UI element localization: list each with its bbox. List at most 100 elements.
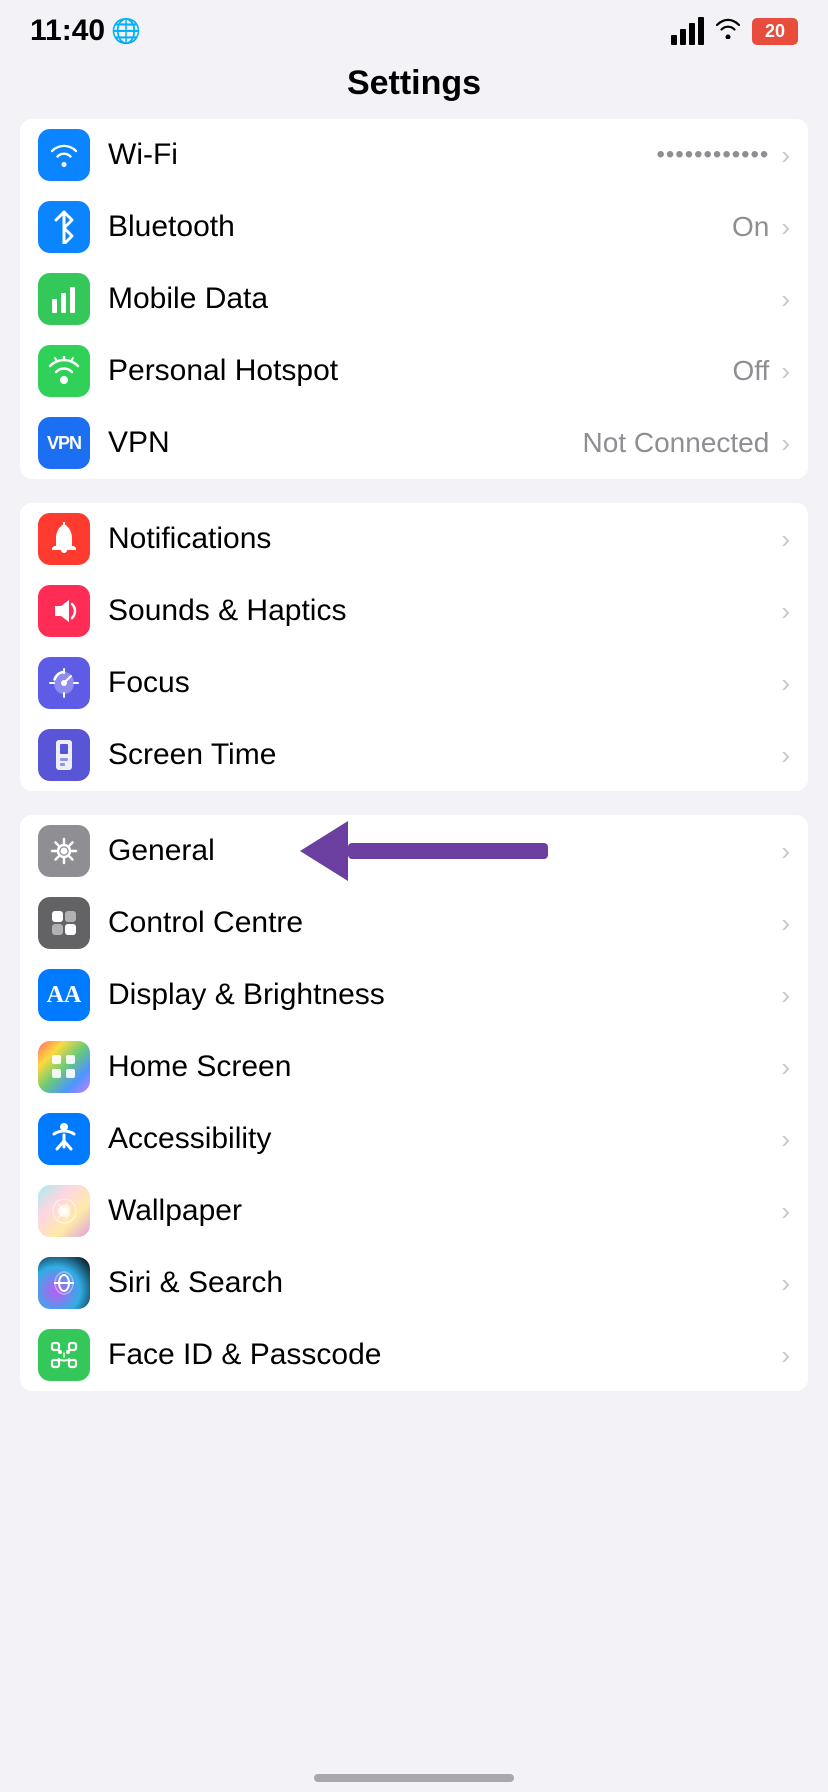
accessibility-row-content: Accessibility ›: [108, 1122, 790, 1156]
settings-row-focus[interactable]: Focus ›: [20, 647, 808, 719]
mobile-data-icon: [38, 273, 90, 325]
general-label: General: [108, 834, 215, 868]
settings-row-display-brightness[interactable]: AA Display & Brightness ›: [20, 959, 808, 1031]
siri-search-right: ›: [777, 1268, 790, 1299]
screen-time-right: ›: [777, 740, 790, 771]
hotspot-icon: [38, 345, 90, 397]
screen-time-icon: [38, 729, 90, 781]
notifications-row-content: Notifications ›: [108, 522, 790, 556]
network-group: Wi-Fi •••••••••••• › Bluetooth On ›: [20, 119, 808, 479]
bluetooth-value: On: [732, 211, 769, 243]
focus-row-content: Focus ›: [108, 666, 790, 700]
bluetooth-row-content: Bluetooth On ›: [108, 210, 790, 244]
settings-row-notifications[interactable]: Notifications ›: [20, 503, 808, 575]
wallpaper-icon: [38, 1185, 90, 1237]
settings-row-bluetooth[interactable]: Bluetooth On ›: [20, 191, 808, 263]
notifications-chevron: ›: [781, 524, 790, 555]
battery-icon: 20: [752, 18, 798, 45]
settings-row-wifi[interactable]: Wi-Fi •••••••••••• ›: [20, 119, 808, 191]
settings-row-vpn[interactable]: VPN VPN Not Connected ›: [20, 407, 808, 479]
vpn-value: Not Connected: [583, 427, 770, 459]
globe-icon: 🌐: [111, 17, 141, 46]
sounds-chevron: ›: [781, 596, 790, 627]
settings-row-wallpaper[interactable]: Wallpaper ›: [20, 1175, 808, 1247]
sounds-label: Sounds & Haptics: [108, 594, 346, 628]
face-id-right: ›: [777, 1340, 790, 1371]
accessibility-icon: [38, 1113, 90, 1165]
settings-row-sounds[interactable]: Sounds & Haptics ›: [20, 575, 808, 647]
general-icon: [38, 825, 90, 877]
wifi-value: ••••••••••••: [657, 141, 770, 169]
vpn-chevron: ›: [781, 428, 790, 459]
settings-row-control-centre[interactable]: Control Centre ›: [20, 887, 808, 959]
notifications-right: ›: [777, 524, 790, 555]
face-id-label: Face ID & Passcode: [108, 1338, 381, 1372]
screen-time-row-content: Screen Time ›: [108, 738, 790, 772]
settings-row-home-screen[interactable]: Home Screen ›: [20, 1031, 808, 1103]
status-time: 11:40: [30, 14, 105, 48]
vpn-right: Not Connected ›: [583, 427, 790, 459]
siri-icon: [38, 1257, 90, 1309]
siri-search-row-content: Siri & Search ›: [108, 1266, 790, 1300]
signal-icon: [671, 17, 704, 45]
general-chevron: ›: [781, 836, 790, 867]
arrow-annotation: [300, 821, 548, 881]
bluetooth-right: On ›: [732, 211, 790, 243]
face-id-icon: [38, 1329, 90, 1381]
display-brightness-icon: AA: [38, 969, 90, 1021]
settings-row-mobile-data[interactable]: Mobile Data ›: [20, 263, 808, 335]
sounds-row-content: Sounds & Haptics ›: [108, 594, 790, 628]
siri-search-chevron: ›: [781, 1268, 790, 1299]
general-right: ›: [777, 836, 790, 867]
settings-row-general[interactable]: General ›: [20, 815, 808, 887]
wifi-icon: [38, 129, 90, 181]
accessibility-right: ›: [777, 1124, 790, 1155]
home-screen-chevron: ›: [781, 1052, 790, 1083]
notifications-group: Notifications › Sounds & Haptics ›: [20, 503, 808, 791]
settings-row-screen-time[interactable]: Screen Time ›: [20, 719, 808, 791]
vpn-text: VPN: [47, 433, 81, 454]
wifi-label: Wi-Fi: [108, 138, 178, 172]
focus-icon: [38, 657, 90, 709]
sounds-right: ›: [777, 596, 790, 627]
bluetooth-icon: [38, 201, 90, 253]
sounds-icon: [38, 585, 90, 637]
battery-text: 20: [765, 21, 785, 42]
home-screen-right: ›: [777, 1052, 790, 1083]
focus-label: Focus: [108, 666, 190, 700]
settings-row-face-id[interactable]: Face ID & Passcode ›: [20, 1319, 808, 1391]
accessibility-chevron: ›: [781, 1124, 790, 1155]
settings-row-personal-hotspot[interactable]: Personal Hotspot Off ›: [20, 335, 808, 407]
mobile-data-chevron: ›: [781, 284, 790, 315]
status-bar: 11:40 🌐 20: [0, 0, 828, 56]
face-id-chevron: ›: [781, 1340, 790, 1371]
status-icons: 20: [671, 17, 798, 45]
control-centre-right: ›: [777, 908, 790, 939]
wifi-row-content: Wi-Fi •••••••••••• ›: [108, 138, 790, 172]
display-brightness-right: ›: [777, 980, 790, 1011]
mobile-data-label: Mobile Data: [108, 282, 268, 316]
wifi-right: •••••••••••• ›: [657, 140, 791, 171]
face-id-row-content: Face ID & Passcode ›: [108, 1338, 790, 1372]
arrow-head: [300, 821, 348, 881]
bluetooth-chevron: ›: [781, 212, 790, 243]
accessibility-label: Accessibility: [108, 1122, 271, 1156]
display-brightness-chevron: ›: [781, 980, 790, 1011]
notifications-label: Notifications: [108, 522, 271, 556]
focus-chevron: ›: [781, 668, 790, 699]
wallpaper-right: ›: [777, 1196, 790, 1227]
screen-time-chevron: ›: [781, 740, 790, 771]
hotspot-chevron: ›: [781, 356, 790, 387]
settings-row-siri-search[interactable]: Siri & Search ›: [20, 1247, 808, 1319]
vpn-label: VPN: [108, 426, 170, 460]
hotspot-value: Off: [732, 355, 769, 387]
home-screen-row-content: Home Screen ›: [108, 1050, 790, 1084]
wifi-status-icon: [714, 17, 742, 45]
general-group: General › Control Centre ›: [20, 815, 808, 1391]
display-brightness-row-content: Display & Brightness ›: [108, 978, 790, 1012]
display-brightness-label: Display & Brightness: [108, 978, 385, 1012]
control-centre-row-content: Control Centre ›: [108, 906, 790, 940]
settings-row-accessibility[interactable]: Accessibility ›: [20, 1103, 808, 1175]
hotspot-row-content: Personal Hotspot Off ›: [108, 354, 790, 388]
siri-search-label: Siri & Search: [108, 1266, 283, 1300]
